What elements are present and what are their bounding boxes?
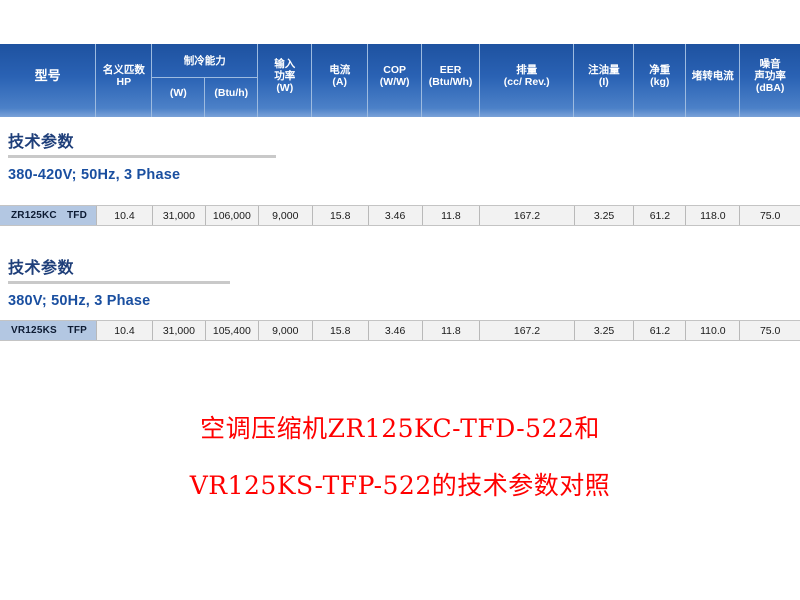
caption-line-1: 空调压缩机ZR125KC-TFD-522和 <box>200 414 600 443</box>
header-unit-eer: (Btu/Wh) <box>428 76 473 88</box>
header-label-oil-charge: 注油量 <box>588 63 620 76</box>
cell-noise: 75.0 <box>740 321 800 340</box>
cell-model: ZR125KC TFD <box>0 206 98 225</box>
header-cell-input-power: 输入 功率 (W) <box>258 44 313 117</box>
header-label-eer: EER <box>439 63 462 76</box>
header-label-net-weight: 净重 <box>649 63 671 76</box>
cell-locked-rotor-current: 118.0 <box>686 206 741 225</box>
header-unit-capacity-btu: (Btu/h) <box>214 87 249 99</box>
header-label-input-power-line2: 功率 <box>274 69 296 82</box>
header-cell-current: 电流 (A) <box>312 44 369 117</box>
cell-displacement: 167.2 <box>480 321 575 340</box>
header-cell-noise: 噪音 声功率 (dBA) <box>740 44 800 117</box>
header-cell-model: 型号 <box>0 44 97 117</box>
header-label-nominal-hp: 名义匹数 <box>102 63 145 76</box>
section-2: 技术参数 380V; 50Hz, 3 Phase <box>8 254 230 309</box>
table-row[interactable]: ZR125KC TFD 10.4 31,000 106,000 9,000 15… <box>0 205 800 226</box>
header-unit-current: (A) <box>332 76 347 88</box>
header-group-cooling-capacity: 制冷能力 (W) (Btu/h) <box>152 44 259 117</box>
cell-capacity-btu: 105,400 <box>205 321 259 340</box>
header-cell-eer: EER (Btu/Wh) <box>422 44 480 117</box>
cell-displacement: 167.2 <box>480 206 575 225</box>
header-unit-displacement: (cc/ Rev.) <box>503 76 550 88</box>
cell-input-power: 9,000 <box>258 321 313 340</box>
cell-cop: 3.46 <box>368 321 423 340</box>
cell-capacity-btu: 106,000 <box>205 206 259 225</box>
header-unit-noise: (dBA) <box>755 82 785 95</box>
cell-nominal-hp: 10.4 <box>97 321 153 340</box>
cell-model-name: ZR125KC <box>11 210 57 221</box>
cell-noise: 75.0 <box>740 206 800 225</box>
cell-current: 15.8 <box>312 206 369 225</box>
section-1-title: 技术参数 <box>8 134 75 151</box>
header-label-noise-line1: 噪音 <box>759 57 781 70</box>
header-unit-oil-charge: (I) <box>598 76 609 88</box>
cell-model-suffix: TFP <box>67 325 88 336</box>
cell-oil-charge: 3.25 <box>574 206 635 225</box>
section-2-voltage: 380V; 50Hz, 3 Phase <box>8 293 151 309</box>
header-unit-net-weight: (kg) <box>650 76 670 88</box>
header-cell-cop: COP (W/W) <box>368 44 423 117</box>
section-1-voltage: 380-420V; 50Hz, 3 Phase <box>8 167 181 183</box>
cell-nominal-hp: 10.4 <box>97 206 153 225</box>
header-label-model: 型号 <box>34 67 61 83</box>
header-unit-nominal-hp: HP <box>116 76 132 88</box>
header-cell-oil-charge: 注油量 (I) <box>574 44 635 117</box>
caption: 空调压缩机ZR125KC-TFD-522和 VR125KS-TFP-522的技术… <box>0 400 800 514</box>
table-row[interactable]: VR125KS TFP 10.4 31,000 105,400 9,000 15… <box>0 320 800 341</box>
header-label-cooling-capacity: 制冷能力 <box>152 44 258 78</box>
header-cell-net-weight: 净重 (kg) <box>634 44 687 117</box>
spec-table-header: 型号 名义匹数 HP 制冷能力 (W) (Btu/h) 输入 功率 (W) 电流… <box>0 44 800 117</box>
cell-input-power: 9,000 <box>258 206 313 225</box>
header-unit-cop: (W/W) <box>379 76 410 88</box>
cell-model-suffix: TFD <box>66 210 88 221</box>
section-2-title: 技术参数 <box>8 260 75 277</box>
header-label-displacement: 排量 <box>516 63 538 76</box>
cell-locked-rotor-current: 110.0 <box>686 321 741 340</box>
section-1: 技术参数 380-420V; 50Hz, 3 Phase <box>8 128 276 183</box>
cell-eer: 11.8 <box>422 321 481 340</box>
header-cell-locked-rotor-current: 堵转电流 <box>686 44 741 117</box>
cell-capacity-watt: 31,000 <box>152 321 206 340</box>
header-label-noise-line2: 声功率 <box>754 69 786 82</box>
header-group-subcolumns: (W) (Btu/h) <box>152 78 257 117</box>
cell-current: 15.8 <box>312 321 369 340</box>
header-label-current: 电流 <box>329 63 351 76</box>
cell-model-name: VR125KS <box>11 325 57 336</box>
header-unit-capacity-watt: (W) <box>152 78 206 117</box>
cell-net-weight: 61.2 <box>634 206 687 225</box>
header-label-cop: COP <box>383 63 407 76</box>
header-label-input-power-line1: 输入 <box>274 57 296 70</box>
header-cell-nominal-hp: 名义匹数 HP <box>96 44 153 117</box>
cell-oil-charge: 3.25 <box>574 321 635 340</box>
cell-model: VR125KS TFP <box>0 321 98 340</box>
header-label-locked-rotor-current: 堵转电流 <box>691 69 734 82</box>
cell-capacity-watt: 31,000 <box>152 206 206 225</box>
header-cell-displacement: 排量 (cc/ Rev.) <box>480 44 575 117</box>
cell-net-weight: 61.2 <box>634 321 687 340</box>
caption-line-2: VR125KS-TFP-522的技术参数对照 <box>189 471 611 500</box>
cell-eer: 11.8 <box>422 206 481 225</box>
section-2-divider <box>8 281 230 284</box>
cell-cop: 3.46 <box>368 206 423 225</box>
section-1-divider <box>8 155 276 158</box>
header-unit-input-power: (W) <box>276 82 294 95</box>
